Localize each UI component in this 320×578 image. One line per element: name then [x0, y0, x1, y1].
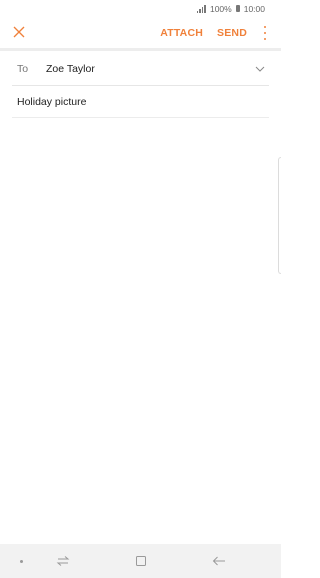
edge-panel-handle[interactable] [278, 157, 281, 274]
home-icon [136, 556, 146, 566]
send-button[interactable]: SEND [217, 27, 247, 39]
clock: 10:00 [243, 3, 265, 14]
navigation-bar [0, 544, 281, 578]
recent-apps-button[interactable] [50, 544, 76, 578]
more-options-icon[interactable] [261, 26, 269, 40]
battery-icon [235, 5, 240, 12]
toolbar-actions: ATTACH SEND [160, 17, 269, 49]
close-icon [13, 26, 25, 38]
dot-button[interactable] [8, 544, 34, 578]
signal-icon [196, 4, 206, 13]
recipient-row[interactable]: To Zoe Taylor [12, 52, 269, 86]
dot-icon [19, 559, 23, 563]
home-button[interactable] [128, 544, 154, 578]
recent-apps-icon [56, 556, 70, 566]
toolbar-divider [0, 48, 281, 51]
subject-field[interactable]: Holiday picture [12, 96, 86, 108]
message-body[interactable] [12, 118, 269, 540]
close-button[interactable] [11, 24, 27, 40]
to-label: To [17, 62, 29, 75]
status-bar: 100% 10:00 [0, 0, 281, 17]
attach-button[interactable]: ATTACH [160, 27, 203, 39]
battery-percentage: 100% [209, 3, 232, 14]
chevron-down-icon[interactable] [255, 66, 265, 72]
back-button[interactable] [206, 544, 232, 578]
compose-toolbar: ATTACH SEND [0, 17, 281, 49]
subject-row[interactable]: Holiday picture [12, 86, 269, 118]
back-icon [212, 556, 225, 566]
recipient-field[interactable]: Zoe Taylor [46, 63, 255, 75]
